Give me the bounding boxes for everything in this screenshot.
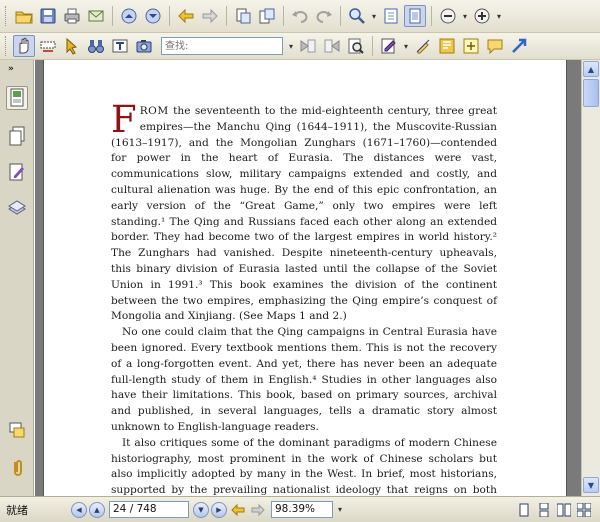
previous-page-button[interactable]: ▲	[89, 501, 105, 518]
tools-toolbar: ▾ ▾	[0, 33, 600, 60]
comments-icon[interactable]	[6, 160, 28, 184]
continuous-view-icon[interactable]	[536, 502, 552, 518]
bookmarks-icon[interactable]	[6, 86, 28, 110]
first-page-button[interactable]: ◀	[71, 501, 87, 518]
typewriter-icon[interactable]	[109, 35, 131, 57]
save-icon[interactable]	[37, 5, 59, 27]
paragraph-1: F ROM the seventeenth to the mid-eighteen…	[111, 98, 497, 325]
page-number-field[interactable]: 24 / 748	[109, 501, 189, 518]
arrow-tool-icon[interactable]	[508, 35, 530, 57]
actual-size-icon[interactable]	[380, 5, 402, 27]
extract-pages-icon[interactable]	[232, 5, 254, 27]
print-icon[interactable]	[61, 5, 83, 27]
fit-page-icon[interactable]	[404, 5, 426, 27]
continuous-facing-view-icon[interactable]	[576, 502, 592, 518]
pdf-reader-window: ▾ ▾ ▾ ▾ ▾ »	[0, 0, 600, 522]
snapshot-icon[interactable]	[37, 35, 59, 57]
highlighter-icon[interactable]	[412, 35, 434, 57]
toolbar-separator	[372, 36, 373, 56]
undo-icon[interactable]	[289, 5, 311, 27]
page-down-icon[interactable]	[142, 5, 164, 27]
zoom-level-dropdown-arrow[interactable]: ▾	[336, 499, 344, 521]
zoom-in-icon[interactable]	[471, 5, 493, 27]
back-icon[interactable]	[175, 5, 197, 27]
drop-cap: F	[111, 98, 137, 141]
find-next-icon[interactable]	[321, 35, 343, 57]
zoom-dropdown-arrow[interactable]: ▾	[370, 5, 378, 27]
paperclip-icon[interactable]	[6, 456, 28, 480]
binoculars-icon[interactable]	[85, 35, 107, 57]
navigation-panel: »	[0, 60, 34, 496]
last-page-button[interactable]: ▶	[211, 501, 227, 518]
single-page-view-icon[interactable]	[516, 502, 532, 518]
find-prev-icon[interactable]	[297, 35, 319, 57]
email-icon[interactable]	[85, 5, 107, 27]
toolbar-separator	[112, 6, 113, 26]
note-icon[interactable]	[460, 35, 482, 57]
insert-pages-icon[interactable]	[256, 5, 278, 27]
toolbar-separator	[283, 6, 284, 26]
pdf-page: F ROM the seventeenth to the mid-eighteen…	[43, 60, 567, 496]
facing-view-icon[interactable]	[556, 502, 572, 518]
document-viewport[interactable]: F ROM the seventeenth to the mid-eighteen…	[35, 60, 581, 496]
zoom-out-icon[interactable]	[437, 5, 459, 27]
hand-tool-icon[interactable]	[13, 35, 35, 57]
scroll-up-arrow[interactable]: ▲	[583, 61, 599, 77]
toolbar-separator	[340, 6, 341, 26]
camera-icon[interactable]	[133, 35, 155, 57]
zoom-in-dropdown-arrow[interactable]: ▾	[495, 5, 503, 27]
zoom-level-field[interactable]: 98.39%	[271, 501, 333, 518]
find-input[interactable]	[161, 37, 283, 55]
open-folder-icon[interactable]	[13, 5, 35, 27]
page-up-icon[interactable]	[118, 5, 140, 27]
status-bar: 就绪 ◀ ▲ 24 / 748 ▼ ▶ 98.39% ▾	[0, 496, 600, 522]
forward-icon[interactable]	[199, 5, 221, 27]
collapse-panel-icon[interactable]: »	[8, 64, 14, 74]
select-arrow-icon[interactable]	[61, 35, 83, 57]
previous-view-icon[interactable]	[230, 502, 246, 518]
toolbar-separator	[431, 6, 432, 26]
paragraph-1-text: the seventeenth to the mid-eighteenth ce…	[111, 105, 497, 323]
next-view-icon[interactable]	[250, 502, 266, 518]
callout-icon[interactable]	[484, 35, 506, 57]
layers-icon[interactable]	[6, 196, 28, 220]
text-box-icon[interactable]	[436, 35, 458, 57]
next-page-button[interactable]: ▼	[193, 501, 209, 518]
paragraph-2: No one could claim that the Qing campaig…	[111, 326, 497, 433]
toolbar-grip[interactable]	[5, 6, 8, 26]
zoom-out-dropdown-arrow[interactable]: ▾	[461, 5, 469, 27]
page-body-text: F ROM the seventeenth to the mid-eighteen…	[111, 98, 497, 496]
toolbar-separator	[169, 6, 170, 26]
scroll-down-arrow[interactable]: ▼	[583, 477, 599, 493]
pages-icon[interactable]	[6, 124, 28, 148]
vertical-scrollbar[interactable]: ▲ ▼	[581, 60, 600, 496]
search-icon[interactable]	[345, 35, 367, 57]
toolbar-grip[interactable]	[5, 36, 8, 56]
attachment-note-icon[interactable]	[6, 418, 28, 442]
toolbar-separator	[226, 6, 227, 26]
first-word: ROM	[139, 105, 169, 117]
scroll-thumb[interactable]	[583, 79, 599, 107]
status-ready-text: 就绪	[6, 503, 28, 517]
paragraph-3: It also critiques some of the dominant p…	[111, 436, 497, 496]
redo-icon[interactable]	[313, 5, 335, 27]
find-dropdown-arrow[interactable]: ▾	[287, 35, 295, 57]
zoom-icon[interactable]	[346, 5, 368, 27]
comment-tool-icon[interactable]	[378, 35, 400, 57]
comment-dropdown-arrow[interactable]: ▾	[402, 35, 410, 57]
main-toolbar: ▾ ▾ ▾	[0, 0, 600, 33]
